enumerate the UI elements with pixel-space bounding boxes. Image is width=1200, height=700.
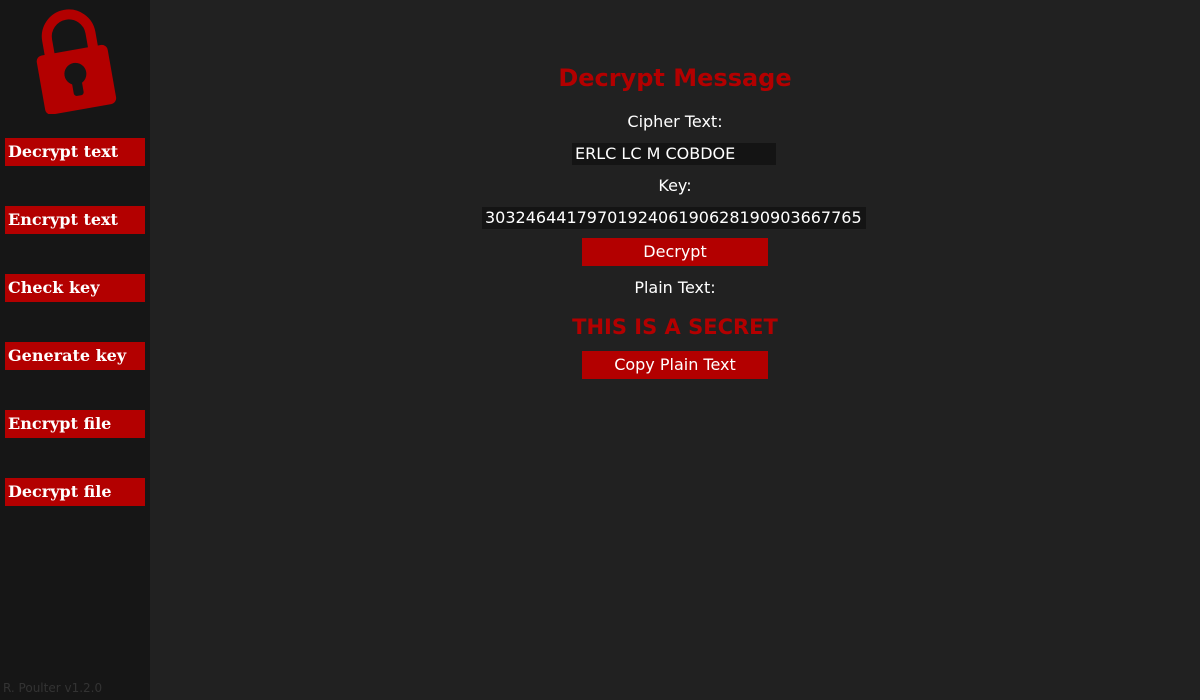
page-title: Decrypt Message [558, 64, 792, 92]
encrypt-text-nav-button[interactable]: Encrypt text [5, 206, 145, 234]
decrypt-button[interactable]: Decrypt [582, 238, 768, 266]
plain-text-output: THIS IS A SECRET [572, 315, 778, 339]
plain-text-label: Plain Text: [634, 278, 716, 297]
key-field[interactable]: 3032464417970192406190628190903667765 [482, 207, 866, 229]
copy-plain-text-button[interactable]: Copy Plain Text [582, 351, 768, 379]
decrypt-file-nav-button[interactable]: Decrypt file [5, 478, 145, 506]
cipher-text-field[interactable]: ERLC LC M COBDOE [572, 143, 776, 165]
padlock-icon [36, 9, 117, 114]
sidebar: Decrypt text Encrypt text Check key Gene… [0, 0, 150, 700]
check-key-nav-button[interactable]: Check key [5, 274, 145, 302]
key-label: Key: [658, 176, 692, 195]
main-panel: Decrypt Message Cipher Text: ERLC LC M C… [150, 0, 1200, 700]
generate-key-nav-button[interactable]: Generate key [5, 342, 145, 370]
encrypt-file-nav-button[interactable]: Encrypt file [5, 410, 145, 438]
version-text: R. Poulter v1.2.0 [3, 681, 103, 695]
decrypt-text-nav-button[interactable]: Decrypt text [5, 138, 145, 166]
cipher-text-label: Cipher Text: [627, 112, 723, 131]
